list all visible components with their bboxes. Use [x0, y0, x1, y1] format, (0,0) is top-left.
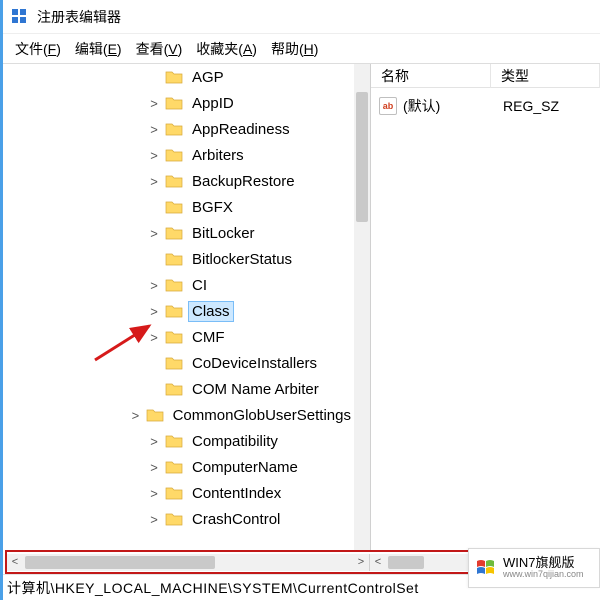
expand-chevron-icon[interactable]: >	[147, 304, 161, 319]
menu-item-a[interactable]: 收藏夹(A)	[190, 36, 263, 62]
value-list-panel: 名称 类型 ab (默认)REG_SZ	[371, 64, 600, 550]
folder-icon	[165, 485, 183, 501]
tree-vertical-scrollbar[interactable]	[354, 64, 370, 550]
tree-item[interactable]: > AppID	[3, 90, 354, 116]
tree-item[interactable]: > Class	[3, 298, 354, 324]
expand-chevron-icon[interactable]: >	[147, 330, 161, 345]
tree-item[interactable]: > ComputerName	[3, 454, 354, 480]
folder-icon	[165, 459, 183, 475]
expand-chevron-icon[interactable]: >	[147, 174, 161, 189]
menu-bar: 文件(F)编辑(E)查看(V)收藏夹(A)帮助(H)	[3, 34, 600, 64]
tree-horizontal-scrollbar[interactable]: < >	[7, 554, 370, 571]
tree-item[interactable]: > CMF	[3, 324, 354, 350]
tree-item-label: Class	[189, 302, 233, 321]
expand-chevron-icon[interactable]: >	[147, 434, 161, 449]
watermark-badge: WIN7旗舰版 www.win7qijian.com	[468, 548, 600, 588]
regedit-app-icon	[11, 8, 29, 26]
folder-icon	[165, 173, 183, 189]
watermark-url: www.win7qijian.com	[503, 570, 584, 580]
value-row[interactable]: ab (默认)REG_SZ	[375, 94, 596, 118]
status-bar-path: 计算机\HKEY_LOCAL_MACHINE\SYSTEM\CurrentCon…	[7, 578, 419, 598]
folder-icon	[165, 277, 183, 293]
tree-item[interactable]: BGFX	[3, 194, 354, 220]
expand-chevron-icon[interactable]: >	[147, 122, 161, 137]
folder-icon	[165, 225, 183, 241]
tree-item-label: BGFX	[189, 198, 236, 217]
menu-item-h[interactable]: 帮助(H)	[265, 36, 324, 62]
folder-icon	[165, 303, 183, 319]
tree-item[interactable]: > ContentIndex	[3, 480, 354, 506]
tree-item[interactable]: > BackupRestore	[3, 168, 354, 194]
folder-icon	[165, 69, 183, 85]
tree-item-label: ContentIndex	[189, 484, 284, 503]
value-type: REG_SZ	[503, 98, 596, 114]
tree-item[interactable]: > Compatibility	[3, 428, 354, 454]
tree-item[interactable]: BitlockerStatus	[3, 246, 354, 272]
tree-item-label: CrashControl	[189, 510, 283, 529]
scrollbar-thumb[interactable]	[388, 556, 424, 569]
folder-icon	[165, 121, 183, 137]
folder-icon	[165, 511, 183, 527]
folder-icon	[165, 147, 183, 163]
tree-item-label: CommonGlobUserSettings	[170, 406, 354, 425]
menu-item-e[interactable]: 编辑(E)	[69, 36, 128, 62]
tree-item-label: AGP	[189, 68, 227, 87]
menu-item-f[interactable]: 文件(F)	[9, 36, 67, 62]
folder-icon	[165, 329, 183, 345]
menu-item-v[interactable]: 查看(V)	[130, 36, 189, 62]
tree-item-label: COM Name Arbiter	[189, 380, 322, 399]
tree-item-label: Arbiters	[189, 146, 247, 165]
expand-chevron-icon[interactable]: >	[147, 96, 161, 111]
tree-item[interactable]: > Arbiters	[3, 142, 354, 168]
scroll-left-arrow-icon[interactable]: <	[7, 556, 23, 568]
tree-item-label: BackupRestore	[189, 172, 298, 191]
tree-item-label: CoDeviceInstallers	[189, 354, 320, 373]
scroll-right-arrow-icon[interactable]: >	[353, 556, 369, 568]
tree-item[interactable]: > BitLocker	[3, 220, 354, 246]
expand-chevron-icon[interactable]: >	[129, 408, 141, 423]
folder-icon	[165, 251, 183, 267]
tree-item[interactable]: > CI	[3, 272, 354, 298]
tree-item-label: ComputerName	[189, 458, 301, 477]
value-name: (默认)	[403, 96, 503, 116]
tree-item-label: Compatibility	[189, 432, 281, 451]
folder-icon	[165, 355, 183, 371]
expand-chevron-icon[interactable]: >	[147, 460, 161, 475]
registry-tree-panel[interactable]: AGP > AppID > AppReadiness > Arbiters > BackupRe…	[3, 64, 371, 550]
tree-item-label: BitLocker	[189, 224, 258, 243]
tree-item-label: CI	[189, 276, 210, 295]
tree-item[interactable]: > CommonGlobUserSettings	[3, 402, 354, 428]
tree-item-label: BitlockerStatus	[189, 250, 295, 269]
scrollbar-thumb[interactable]	[356, 92, 368, 222]
folder-icon	[165, 433, 183, 449]
tree-item-label: CMF	[189, 328, 228, 347]
tree-item-label: AppReadiness	[189, 120, 293, 139]
expand-chevron-icon[interactable]: >	[147, 148, 161, 163]
tree-item[interactable]: > CrashControl	[3, 506, 354, 532]
tree-item-label: AppID	[189, 94, 237, 113]
tree-item[interactable]: COM Name Arbiter	[3, 376, 354, 402]
expand-chevron-icon[interactable]: >	[147, 278, 161, 293]
expand-chevron-icon[interactable]: >	[147, 512, 161, 527]
string-value-icon: ab	[379, 97, 397, 115]
folder-icon	[165, 95, 183, 111]
expand-chevron-icon[interactable]: >	[147, 486, 161, 501]
column-header-type[interactable]: 类型	[491, 64, 600, 88]
folder-icon	[165, 199, 183, 215]
watermark-title: WIN7旗舰版	[503, 556, 584, 570]
folder-icon	[146, 407, 164, 423]
scroll-left-arrow-icon[interactable]: <	[370, 556, 386, 568]
expand-chevron-icon[interactable]: >	[147, 226, 161, 241]
scrollbar-thumb[interactable]	[25, 556, 215, 569]
folder-icon	[165, 381, 183, 397]
tree-item[interactable]: AGP	[3, 64, 354, 90]
tree-item[interactable]: > AppReadiness	[3, 116, 354, 142]
window-title: 注册表编辑器	[37, 7, 121, 27]
tree-item[interactable]: CoDeviceInstallers	[3, 350, 354, 376]
column-header-name[interactable]: 名称	[371, 64, 491, 88]
windows-flag-icon	[475, 557, 497, 579]
